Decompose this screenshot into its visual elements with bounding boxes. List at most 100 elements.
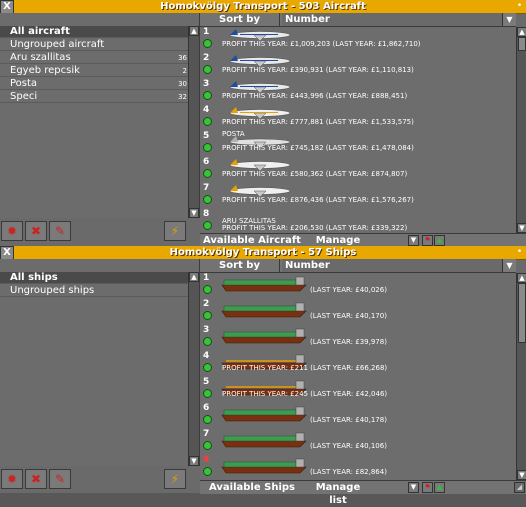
create-group-button[interactable]: ✹ [1,221,23,241]
scroll-down-arrow[interactable]: ▼ [189,208,199,218]
aircraft-row[interactable]: 2 PROFIT THIS YEAR: £390,931 (LAST YEAR:… [200,53,516,79]
status-light-icon [203,65,212,74]
scroll-thumb[interactable] [518,283,526,343]
start-all-flag-icon[interactable]: ▲ [434,235,445,246]
status-light-icon [203,389,212,398]
status-light-icon [203,415,212,424]
rename-group-button[interactable]: ✎ [49,221,71,241]
ships-window-titlebar[interactable]: X Homokvölgy Transport - 57 Ships • [0,246,526,260]
ship-row[interactable]: 6 (LAST YEAR: £40,178) [200,403,516,429]
profit-text: PROFIT THIS YEAR: £206,530 (LAST YEAR: £… [222,224,408,232]
create-group-button[interactable]: ✹ [1,469,23,489]
aircraft-row[interactable]: 8 ARU SZALLITAS PROFIT THIS YEAR: £206,5… [200,209,516,233]
scroll-up-arrow[interactable]: ▲ [517,27,526,37]
group-egyeb-repcsik[interactable]: Egyeb repcsik 2 [0,65,199,77]
ship-row[interactable]: 4 PROFIT THIS YEAR: £211 (LAST YEAR: £66… [200,351,516,377]
manage-list-dropdown[interactable]: Manage list [306,481,370,506]
status-light-icon [203,169,212,178]
vehicle-number: 7 [203,429,210,439]
replace-protection-button[interactable]: ⚡ [164,469,186,489]
scroll-thumb[interactable] [518,37,526,51]
aircraft-window: X Homokvölgy Transport - 503 Aircraft • … [0,0,526,259]
ship-row[interactable]: 5 PROFIT THIS YEAR: £245 (LAST YEAR: £42… [200,377,516,403]
pin-icon[interactable]: • [514,1,525,12]
group-posta[interactable]: Posta 30 [0,78,199,90]
stop-all-flag-icon[interactable]: ⚑ [422,235,433,246]
resize-grip-icon[interactable]: ◢ [514,482,525,493]
ship-icon [221,276,307,292]
aircraft-window-titlebar[interactable]: X Homokvölgy Transport - 503 Aircraft • [0,0,526,14]
profit-text: (LAST YEAR: £82,864) [310,468,387,476]
ship-list-scrollbar[interactable]: ▲ ▼ [516,273,526,480]
pin-icon[interactable]: • [514,247,525,258]
group-all-ships[interactable]: All ships [0,272,199,284]
scroll-down-arrow[interactable]: ▼ [189,456,199,466]
sort-by-button[interactable]: Sort by [200,259,280,272]
group-ungrouped-ships[interactable]: Ungrouped ships [0,285,199,297]
ship-row[interactable]: 3 (LAST YEAR: £39,978) [200,325,516,351]
profit-text: (LAST YEAR: £40,178) [310,416,387,424]
vehicle-number: 5 [203,377,210,387]
aircraft-row[interactable]: 3 PROFIT THIS YEAR: £443,996 (LAST YEAR:… [200,79,516,105]
aircraft-row[interactable]: 5 POSTA PROFIT THIS YEAR: £745,182 (LAST… [200,130,516,157]
group-ungrouped-aircraft[interactable]: Ungrouped aircraft [0,39,199,51]
scroll-up-arrow[interactable]: ▲ [189,26,199,36]
scroll-up-arrow[interactable]: ▲ [189,272,199,282]
profit-text: PROFIT THIS YEAR: £390,931 (LAST YEAR: £… [222,66,414,74]
scroll-up-arrow[interactable]: ▲ [517,273,526,283]
ship-row[interactable]: 1 (LAST YEAR: £40,026) [200,273,516,299]
group-list-scrollbar[interactable]: ▲ ▼ [188,272,199,466]
profit-text: (LAST YEAR: £40,170) [310,312,387,320]
chevron-down-icon[interactable]: ▼ [502,13,516,26]
close-button[interactable]: X [0,0,14,14]
ship-row[interactable]: 2 (LAST YEAR: £40,170) [200,299,516,325]
rename-group-button[interactable]: ✎ [49,469,71,489]
aircraft-row[interactable]: 1 PROFIT THIS YEAR: £1,009,203 (LAST YEA… [200,27,516,53]
ship-vehicle-list: 1 (LAST YEAR: £40,026) 2 (LAST YEAR: £40… [200,273,516,480]
chevron-down-icon[interactable]: ▼ [408,235,419,246]
group-label: Speci [10,91,38,102]
profit-text: PROFIT THIS YEAR: £211 (LAST YEAR: £66,2… [222,364,388,372]
vehicle-number: 7 [203,183,210,193]
delete-group-button[interactable]: ✖ [25,469,47,489]
group-list-scrollbar[interactable]: ▲ ▼ [188,26,199,218]
available-ships-button[interactable]: Available Ships [200,481,304,494]
sort-criteria-dropdown[interactable]: Number [282,259,516,272]
vehicle-number: 5 [203,131,210,141]
profit-text: PROFIT THIS YEAR: £876,436 (LAST YEAR: £… [222,196,414,204]
aircraft-row[interactable]: 6 PROFIT THIS YEAR: £580,362 (LAST YEAR:… [200,157,516,183]
close-button[interactable]: X [0,246,14,260]
delete-group-button[interactable]: ✖ [25,221,47,241]
scroll-down-arrow[interactable]: ▼ [517,223,526,233]
vehicle-number: 8 [203,455,210,465]
group-speci[interactable]: Speci 32 [0,91,199,103]
sort-criteria-dropdown[interactable]: Number [282,13,516,26]
ship-row[interactable]: 8 (LAST YEAR: £82,864) [200,455,516,480]
group-count: 30 [178,80,187,88]
status-light-icon [203,311,212,320]
replace-protection-button[interactable]: ⚡ [164,221,186,241]
group-aru-szallitas[interactable]: Aru szallitas 36 [0,52,199,64]
stop-all-flag-icon[interactable]: ⚑ [422,482,433,493]
status-light-icon [203,195,212,204]
ship-icon [221,458,307,474]
chevron-down-icon[interactable]: ▼ [408,482,419,493]
chevron-down-icon[interactable]: ▼ [502,259,516,272]
window-title: Homokvölgy Transport - 57 Ships [169,247,357,258]
aircraft-row[interactable]: 4 PROFIT THIS YEAR: £777,881 (LAST YEAR:… [200,105,516,131]
vehicle-number: 6 [203,157,210,167]
group-all-aircraft[interactable]: All aircraft [0,26,199,38]
ship-row[interactable]: 7 (LAST YEAR: £40,106) [200,429,516,455]
status-light-icon [203,363,212,372]
aircraft-list-scrollbar[interactable]: ▲ ▼ [516,27,526,233]
status-light-icon [203,117,212,126]
ship-icon [221,432,307,448]
aircraft-row[interactable]: 7 PROFIT THIS YEAR: £876,436 (LAST YEAR:… [200,183,516,209]
scroll-down-arrow[interactable]: ▼ [517,470,526,480]
status-light-icon [203,39,212,48]
vehicle-number: 3 [203,79,210,89]
group-label: All ships [10,272,58,283]
start-all-flag-icon[interactable]: ▲ [434,482,445,493]
status-light-icon [203,337,212,346]
sort-by-button[interactable]: Sort by [200,13,280,26]
